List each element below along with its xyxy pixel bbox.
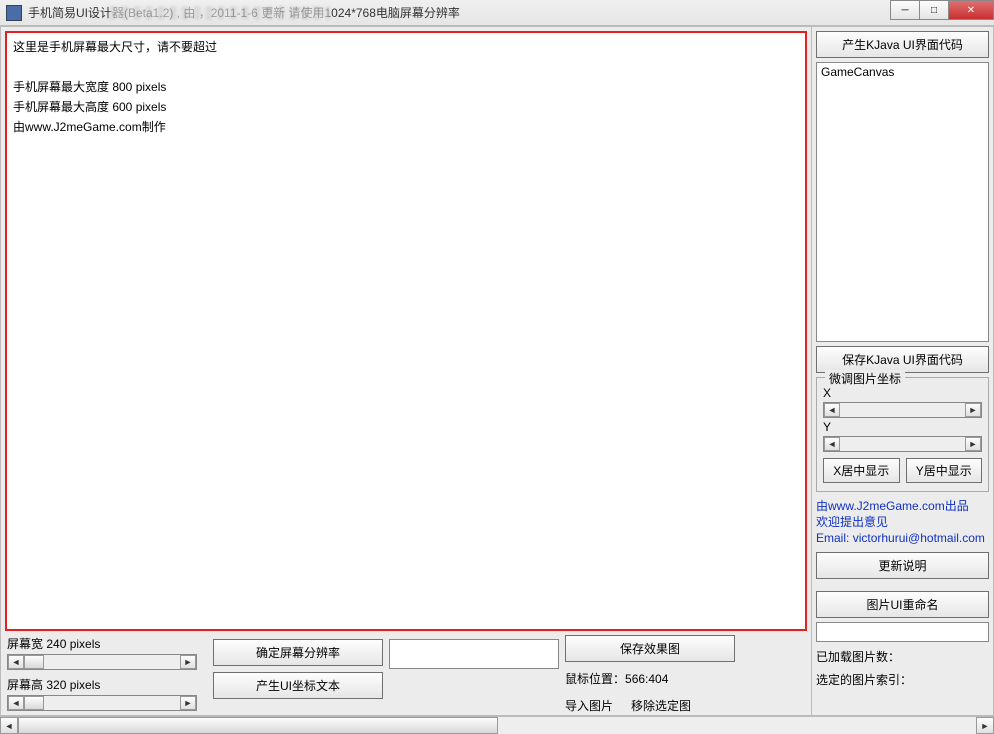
dimension-block: 屏幕宽 240 pixels ◄ ► 屏幕高 320 pixels ◄ ► [7, 635, 207, 711]
fine-tune-legend: 微调图片坐标 [825, 370, 905, 387]
generate-code-button[interactable]: 产生KJava UI界面代码 [816, 31, 989, 58]
scroll-track[interactable] [840, 403, 965, 417]
canvas-blank-line [13, 57, 799, 77]
design-canvas[interactable]: 这里是手机屏幕最大尺寸，请不要超过 手机屏幕最大宽度 800 pixels 手机… [5, 31, 807, 631]
rename-input[interactable] [816, 622, 989, 642]
scroll-left-icon[interactable]: ◄ [824, 403, 840, 417]
screen-height-value: 320 pixels [46, 678, 100, 692]
title-blur-region [110, 6, 330, 20]
email-link[interactable]: victorhurui@hotmail.com [853, 531, 985, 545]
scroll-right-icon[interactable]: ► [965, 403, 981, 417]
scroll-left-icon[interactable]: ◄ [824, 437, 840, 451]
side-column: 产生KJava UI界面代码 GameCanvas 保存KJava UI界面代码… [811, 27, 993, 715]
save-result-button[interactable]: 保存效果图 [565, 635, 735, 662]
bottom-panel: 屏幕宽 240 pixels ◄ ► 屏幕高 320 pixels ◄ ► [5, 631, 807, 714]
maximize-button[interactable]: □ [919, 0, 949, 20]
resolution-buttons: 确定屏幕分辨率 产生UI坐标文本 [213, 635, 383, 699]
save-actions-block: 保存效果图 鼠标位置：566:404 导入图片 移除选定图 [565, 635, 735, 714]
scroll-right-icon[interactable]: ► [180, 696, 196, 710]
canvas-max-width-line: 手机屏幕最大宽度 800 pixels [13, 77, 799, 97]
screen-height-label: 屏幕高 [7, 676, 43, 693]
preview-block [389, 635, 559, 669]
canvas-credit-line: 由www.J2meGame.com制作 [13, 117, 799, 137]
save-code-button[interactable]: 保存KJava UI界面代码 [816, 346, 989, 373]
remove-selected-action[interactable]: 移除选定图 [631, 697, 691, 714]
email-label: Email: [816, 531, 853, 545]
loaded-count-label: 已加载图片数： [816, 646, 989, 665]
canvas-info-line: 这里是手机屏幕最大尺寸，请不要超过 [13, 37, 799, 57]
scroll-thumb[interactable] [24, 655, 44, 669]
minimize-button[interactable]: ─ [890, 0, 920, 20]
app-icon [6, 5, 22, 21]
screen-width-value: 240 pixels [46, 637, 100, 651]
screen-width-label: 屏幕宽 [7, 635, 43, 652]
x-fine-scroll[interactable]: ◄ ► [823, 402, 982, 418]
generate-coord-text-button[interactable]: 产生UI坐标文本 [213, 672, 383, 699]
scroll-right-icon[interactable]: ► [965, 437, 981, 451]
scroll-track[interactable] [18, 717, 976, 734]
x-axis-label: X [823, 386, 982, 400]
scroll-left-icon[interactable]: ◄ [0, 717, 18, 734]
import-image-action[interactable]: 导入图片 [565, 697, 613, 714]
list-item[interactable]: GameCanvas [821, 65, 984, 79]
canvas-max-height-line: 手机屏幕最大高度 600 pixels [13, 97, 799, 117]
confirm-resolution-button[interactable]: 确定屏幕分辨率 [213, 639, 383, 666]
scroll-thumb[interactable] [24, 696, 44, 710]
titlebar: 手机简易UI设计器(Beta1.2) , 由 ，2011-1-6 更新 请使用1… [0, 0, 994, 26]
scroll-track[interactable] [24, 696, 180, 710]
credit-block: 由www.J2meGame.com出品 欢迎提出意见 Email: victor… [816, 496, 989, 548]
y-center-button[interactable]: Y居中显示 [906, 458, 983, 483]
feedback-link[interactable]: 欢迎提出意见 [816, 515, 888, 529]
rename-image-button[interactable]: 图片UI重命名 [816, 591, 989, 618]
scroll-right-icon[interactable]: ► [180, 655, 196, 669]
scroll-right-icon[interactable]: ► [976, 717, 994, 734]
canvas-column: 这里是手机屏幕最大尺寸，请不要超过 手机屏幕最大宽度 800 pixels 手机… [1, 27, 811, 715]
update-notes-button[interactable]: 更新说明 [816, 552, 989, 579]
screen-width-scroll[interactable]: ◄ ► [7, 654, 197, 670]
y-axis-label: Y [823, 420, 982, 434]
credit-link[interactable]: 由www.J2meGame.com出品 [816, 499, 969, 513]
preview-box [389, 639, 559, 669]
scroll-left-icon[interactable]: ◄ [8, 655, 24, 669]
scroll-track[interactable] [840, 437, 965, 451]
mouse-pos-value: 566:404 [625, 672, 668, 686]
y-fine-scroll[interactable]: ◄ ► [823, 436, 982, 452]
window-controls: ─ □ ✕ [891, 0, 994, 20]
mouse-pos-label: 鼠标位置： [565, 672, 625, 686]
screen-height-scroll[interactable]: ◄ ► [7, 695, 197, 711]
scroll-left-icon[interactable]: ◄ [8, 696, 24, 710]
app-horizontal-scrollbar[interactable]: ◄ ► [0, 716, 994, 734]
scroll-track[interactable] [24, 655, 180, 669]
component-list[interactable]: GameCanvas [816, 62, 989, 342]
x-center-button[interactable]: X居中显示 [823, 458, 900, 483]
fine-tune-fieldset: 微调图片坐标 X ◄ ► Y ◄ ► X居中显示 Y居中显示 [816, 377, 989, 492]
selected-index-label: 选定的图片索引： [816, 669, 989, 688]
content-area: 这里是手机屏幕最大尺寸，请不要超过 手机屏幕最大宽度 800 pixels 手机… [0, 26, 994, 716]
close-button[interactable]: ✕ [948, 0, 994, 20]
scroll-thumb[interactable] [18, 717, 498, 734]
